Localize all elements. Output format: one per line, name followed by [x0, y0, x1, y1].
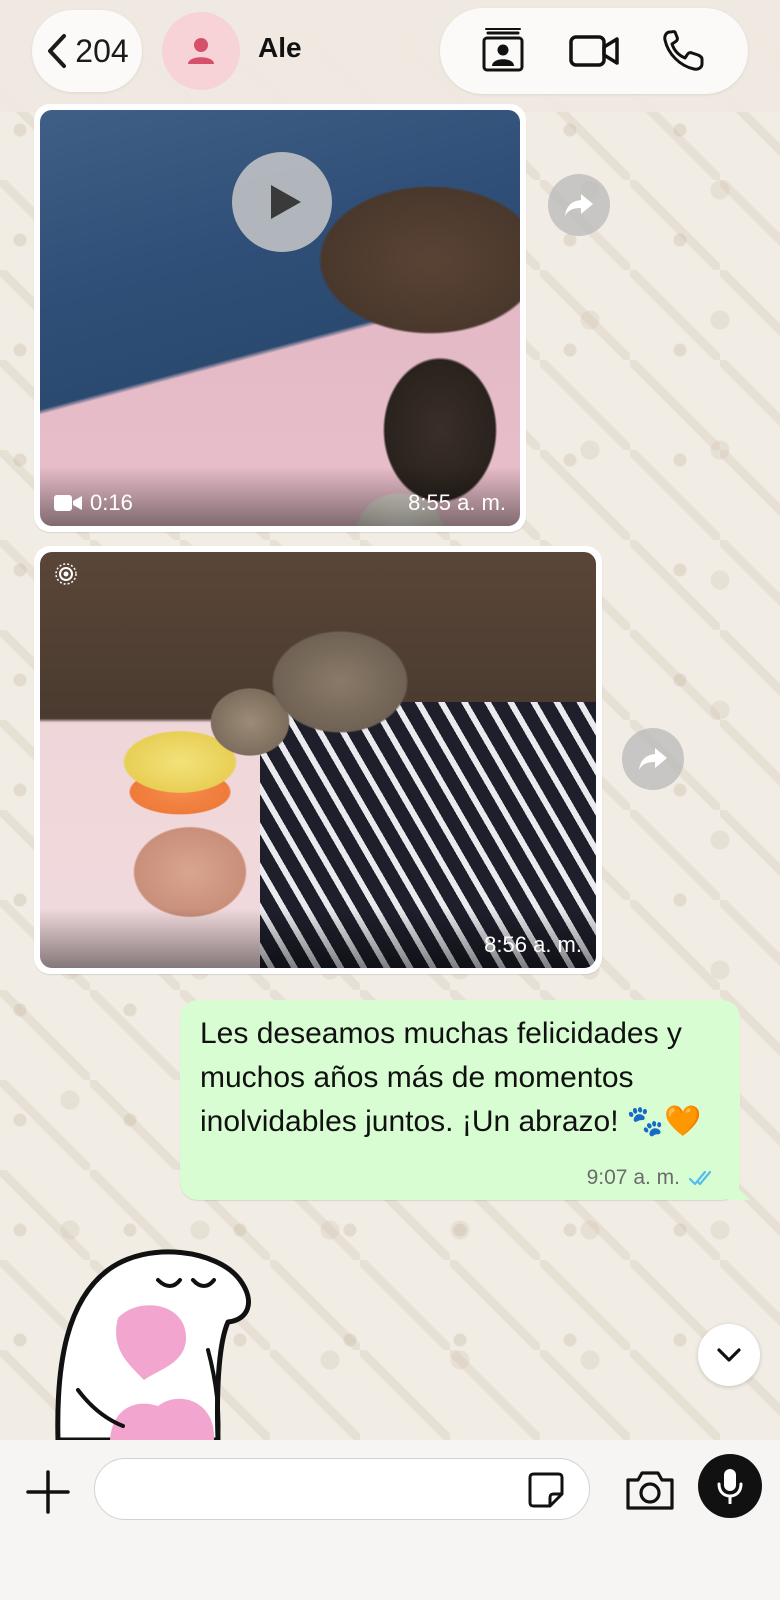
contact-card-icon — [482, 28, 524, 72]
chat-header: 204 Ale — [0, 0, 780, 112]
video-duration-text: 0:16 — [90, 490, 133, 515]
photo-message[interactable]: 8:56 a. m. — [34, 546, 602, 974]
header-actions — [440, 8, 748, 94]
message-time: 8:55 a. m. — [408, 490, 506, 515]
double-check-icon — [688, 1170, 712, 1186]
forward-icon — [639, 748, 667, 770]
avatar[interactable] — [162, 12, 240, 90]
voice-call-button[interactable] — [657, 23, 713, 79]
forward-button[interactable] — [622, 728, 684, 790]
plus-icon[interactable] — [24, 1468, 72, 1516]
forward-icon — [565, 194, 593, 216]
scroll-to-bottom-button[interactable] — [698, 1324, 760, 1386]
outgoing-text-message[interactable]: Les deseamos muchas felicidades y muchos… — [180, 1000, 750, 1200]
sticker-message[interactable] — [48, 1240, 258, 1440]
chevron-down-icon — [717, 1348, 741, 1362]
message-time: 8:56 a. m. — [484, 932, 582, 957]
forward-button[interactable] — [548, 174, 610, 236]
voice-call-icon — [662, 30, 704, 71]
contact-name[interactable]: Ale — [258, 32, 302, 64]
microphone-icon — [717, 1469, 743, 1504]
unread-count: 204 — [75, 32, 129, 69]
photo-image — [40, 552, 596, 968]
video-message[interactable]: 0:16 8:55 a. m. — [34, 104, 526, 532]
chevron-left-icon — [48, 34, 67, 68]
camera-icon[interactable] — [624, 1468, 676, 1512]
play-icon — [271, 185, 301, 219]
person-icon — [188, 38, 214, 64]
message-time: 9:07 a. m. — [586, 1166, 680, 1189]
photo-thumbnail[interactable]: 8:56 a. m. — [40, 552, 596, 968]
message-input[interactable] — [94, 1458, 590, 1520]
video-call-button[interactable] — [566, 23, 622, 79]
message-text: Les deseamos muchas felicidades y muchos… — [200, 1017, 702, 1138]
video-duration: 0:16 — [54, 490, 133, 516]
back-button[interactable]: 204 — [32, 10, 142, 92]
sticker-icon[interactable] — [526, 1470, 566, 1510]
video-thumbnail[interactable]: 0:16 8:55 a. m. — [40, 110, 520, 526]
video-call-icon — [569, 35, 619, 67]
contact-card-button[interactable] — [475, 23, 531, 79]
composer-bar — [0, 1440, 780, 1600]
play-button[interactable] — [232, 152, 332, 252]
live-photo-icon — [55, 563, 77, 585]
video-camera-icon — [54, 495, 82, 511]
microphone-button[interactable] — [698, 1454, 762, 1518]
message-meta: 9:07 a. m. — [587, 1166, 718, 1190]
